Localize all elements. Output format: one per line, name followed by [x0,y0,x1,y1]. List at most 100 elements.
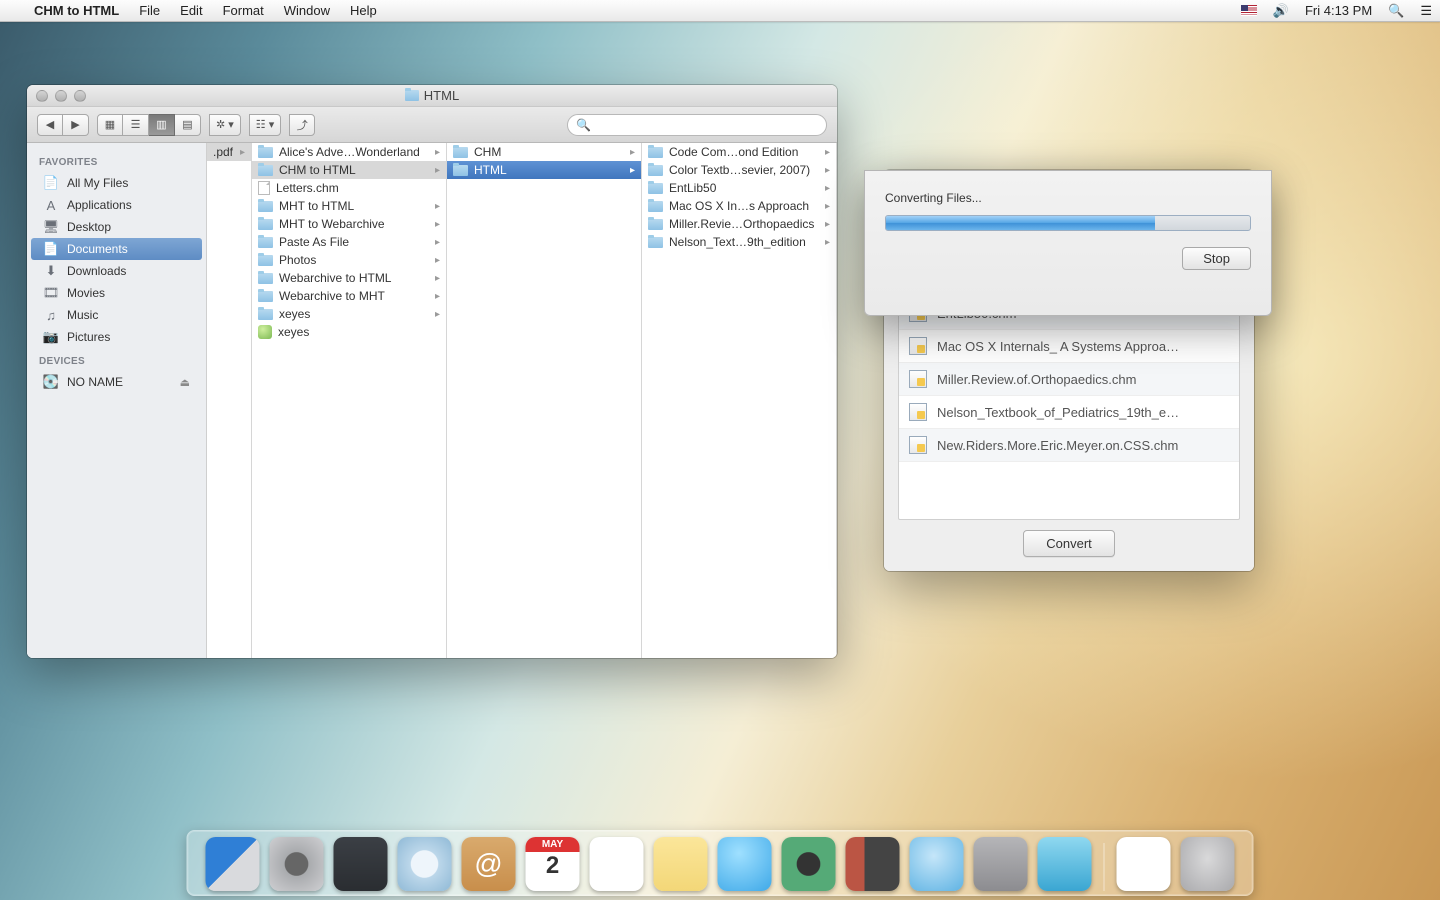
dock-launchpad-icon[interactable] [270,837,324,891]
dock-reminders-icon[interactable] [590,837,644,891]
nav-buttons: ◀ ▶ [37,114,89,136]
dock-sysprefs-icon[interactable] [974,837,1028,891]
list-item[interactable]: Mac OS X In…s Approach [642,197,836,215]
folder-icon [648,165,663,176]
dock-notes-icon[interactable] [654,837,708,891]
list-item[interactable]: MHT to HTML [252,197,446,215]
list-item[interactable]: Nelson_Text…9th_edition [642,233,836,251]
dock-missioncontrol-icon[interactable] [334,837,388,891]
menu-help[interactable]: Help [340,3,387,18]
list-item[interactable]: Miller.Revie…Orthopaedics [642,215,836,233]
dock-messages-icon[interactable] [718,837,772,891]
list-item[interactable]: xeyes [252,305,446,323]
sidebar-item-documents[interactable]: 📄Documents [31,238,202,260]
volume-icon[interactable]: 🔊 [1265,3,1297,19]
convert-button[interactable]: Convert [1023,530,1115,557]
eject-icon[interactable]: ⏏ [180,376,190,389]
file-list-item[interactable]: Miller.Review.of.Orthopaedics.chm [899,363,1239,396]
file-name: Mac OS X Internals_ A Systems Approa… [937,339,1179,354]
sidebar-item-desktop[interactable]: 🖥Desktop [31,216,202,238]
item-label: EntLib50 [669,181,716,195]
file-name: Nelson_Textbook_of_Pediatrics_19th_e… [937,405,1179,420]
list-item[interactable]: EntLib50 [642,179,836,197]
notification-center-icon[interactable]: ☰ [1412,3,1440,19]
list-item[interactable]: Letters.chm [252,179,446,197]
list-item[interactable]: Webarchive to HTML [252,269,446,287]
list-item[interactable]: MHT to Webarchive [252,215,446,233]
arrange-button[interactable]: ☷ ▾ [249,114,281,136]
list-item[interactable]: Photos [252,251,446,269]
coverflow-view-button[interactable]: ▤ [175,114,201,136]
sidebar-icon: ♫ [43,307,59,323]
file-name: New.Riders.More.Eric.Meyer.on.CSS.chm [937,438,1178,453]
dock-trash-icon[interactable] [1181,837,1235,891]
search-input[interactable]: 🔍 [567,114,827,136]
forward-button[interactable]: ▶ [63,114,89,136]
sidebar-device[interactable]: 💽 NO NAME ⏏ [31,371,202,393]
dock-photobooth-icon[interactable] [846,837,900,891]
column-2[interactable]: Alice's Adve…WonderlandCHM to HTMLLetter… [252,143,447,658]
item-label: xeyes [279,307,310,321]
dock-archive-icon[interactable] [1117,837,1171,891]
clock[interactable]: Fri 4:13 PM [1297,3,1380,18]
file-list-item[interactable]: Nelson_Textbook_of_Pediatrics_19th_e… [899,396,1239,429]
dock-safari-icon[interactable] [398,837,452,891]
sidebar-icon: 📄 [43,241,59,257]
dock-itunes-icon[interactable] [910,837,964,891]
list-item[interactable]: CHM [447,143,641,161]
input-menu-icon[interactable] [1233,5,1265,16]
list-item[interactable]: xeyes [252,323,446,341]
dock-calendar-icon[interactable]: MAY2 [526,837,580,891]
list-item[interactable]: Code Com…ond Edition [642,143,836,161]
stop-button[interactable]: Stop [1182,247,1251,270]
share-button[interactable]: ⤴ [289,114,315,136]
finder-titlebar[interactable]: HTML [27,85,837,107]
column-3[interactable]: CHMHTML [447,143,642,658]
list-item[interactable]: CHM to HTML [252,161,446,179]
sidebar-item-all-my-files[interactable]: 📄All My Files [31,172,202,194]
sidebar-item-label: Music [67,308,98,322]
folder-icon [648,237,663,248]
back-button[interactable]: ◀ [37,114,63,136]
dock-separator [1104,843,1105,891]
finder-window: HTML ◀ ▶ ▦ ☰ ▥ ▤ ✲ ▾ ☷ ▾ ⤴ 🔍 FAVORITES 📄… [27,85,837,658]
menu-edit[interactable]: Edit [170,3,212,18]
sidebar-item-downloads[interactable]: ⬇Downloads [31,260,202,282]
list-view-button[interactable]: ☰ [123,114,149,136]
menu-format[interactable]: Format [213,3,274,18]
sidebar-item-applications[interactable]: AApplications [31,194,202,216]
document-icon [258,181,270,195]
chm-file-icon [909,403,927,421]
file-list-item[interactable]: Mac OS X Internals_ A Systems Approa… [899,330,1239,363]
sidebar-item-movies[interactable]: 🎞Movies [31,282,202,304]
list-item[interactable]: .pdf [207,143,251,161]
list-item[interactable]: HTML [447,161,641,179]
icon-view-button[interactable]: ▦ [97,114,123,136]
menu-window[interactable]: Window [274,3,340,18]
list-item[interactable]: Paste As File [252,233,446,251]
file-list-item[interactable]: New.Riders.More.Eric.Meyer.on.CSS.chm [899,429,1239,462]
sidebar-item-music[interactable]: ♫ Music [31,304,202,326]
dock-finder-icon[interactable] [206,837,260,891]
sidebar-item-label: NO NAME [67,375,123,389]
devices-header: DEVICES [27,348,206,371]
column-1[interactable]: .pdf [207,143,252,658]
dock-facetime-icon[interactable] [782,837,836,891]
column-4[interactable]: Code Com…ond EditionColor Textb…sevier, … [642,143,837,658]
dock-chmtohtml-icon[interactable] [1038,837,1092,891]
list-item[interactable]: Webarchive to MHT [252,287,446,305]
column-view-button[interactable]: ▥ [149,114,175,136]
list-item[interactable]: Alice's Adve…Wonderland [252,143,446,161]
item-label: Webarchive to HTML [279,271,391,285]
sidebar-item-label: Applications [67,198,132,212]
sidebar-item-pictures[interactable]: 📷Pictures [31,326,202,348]
app-icon [258,325,272,339]
action-button[interactable]: ✲ ▾ [209,114,241,136]
list-item[interactable]: Color Textb…sevier, 2007) [642,161,836,179]
progress-bar [885,215,1251,231]
app-menu[interactable]: CHM to HTML [24,3,129,18]
dock-mail-icon[interactable]: @ [462,837,516,891]
drive-icon: 💽 [43,374,59,390]
menu-file[interactable]: File [129,3,170,18]
spotlight-icon[interactable]: 🔍 [1380,3,1412,19]
